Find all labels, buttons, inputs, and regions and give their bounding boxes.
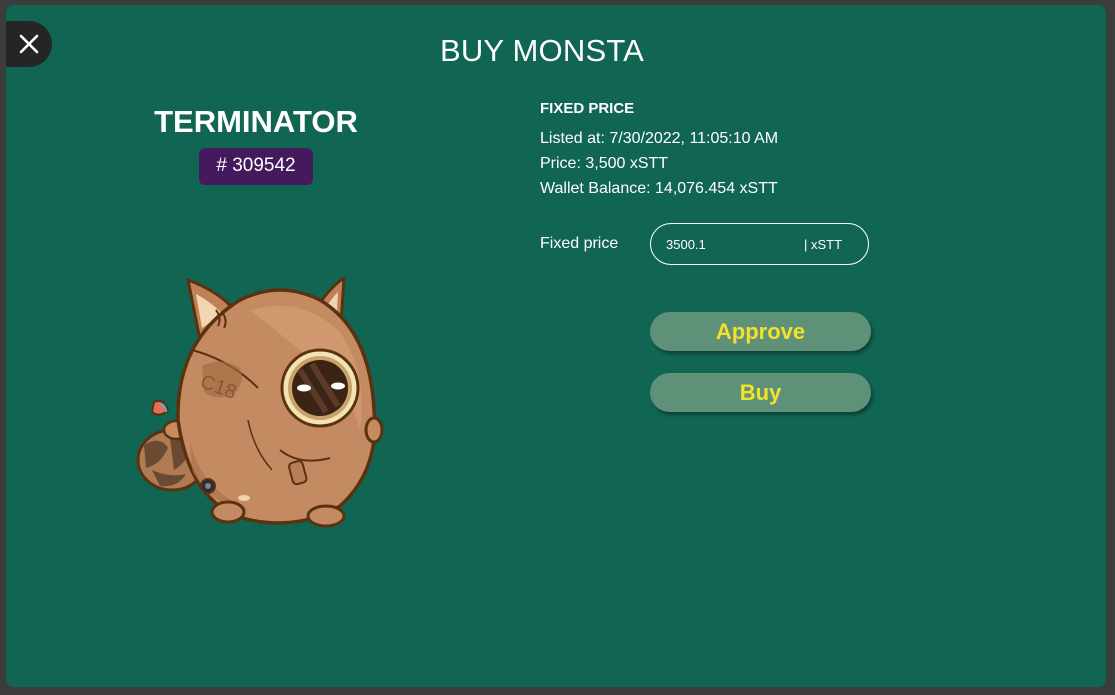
monsta-image: C18 bbox=[136, 275, 384, 528]
wallet-balance-text: Wallet Balance: 14,076.454 xSTT bbox=[540, 180, 778, 197]
modal-title: BUY MONSTA bbox=[439, 33, 645, 68]
buy-button[interactable]: Buy bbox=[650, 373, 871, 412]
fixed-price-label: Fixed price bbox=[540, 235, 619, 252]
monsta-name: TERMINATOR bbox=[154, 104, 358, 139]
price-text: Price: 3,500 xSTT bbox=[540, 155, 669, 172]
listed-at-text: Listed at: 7/30/2022, 11:05:10 AM bbox=[540, 130, 779, 147]
approve-button[interactable]: Approve bbox=[650, 312, 871, 351]
price-unit: | xSTT bbox=[804, 237, 843, 252]
fixed-price-field: | xSTT bbox=[650, 223, 869, 265]
listing-info: FIXED PRICE Listed at: 7/30/2022, 11:05:… bbox=[540, 100, 778, 201]
fixed-price-input[interactable] bbox=[666, 234, 796, 254]
monsta-id-badge: # 309542 bbox=[199, 148, 313, 185]
listing-heading: FIXED PRICE bbox=[540, 100, 635, 117]
